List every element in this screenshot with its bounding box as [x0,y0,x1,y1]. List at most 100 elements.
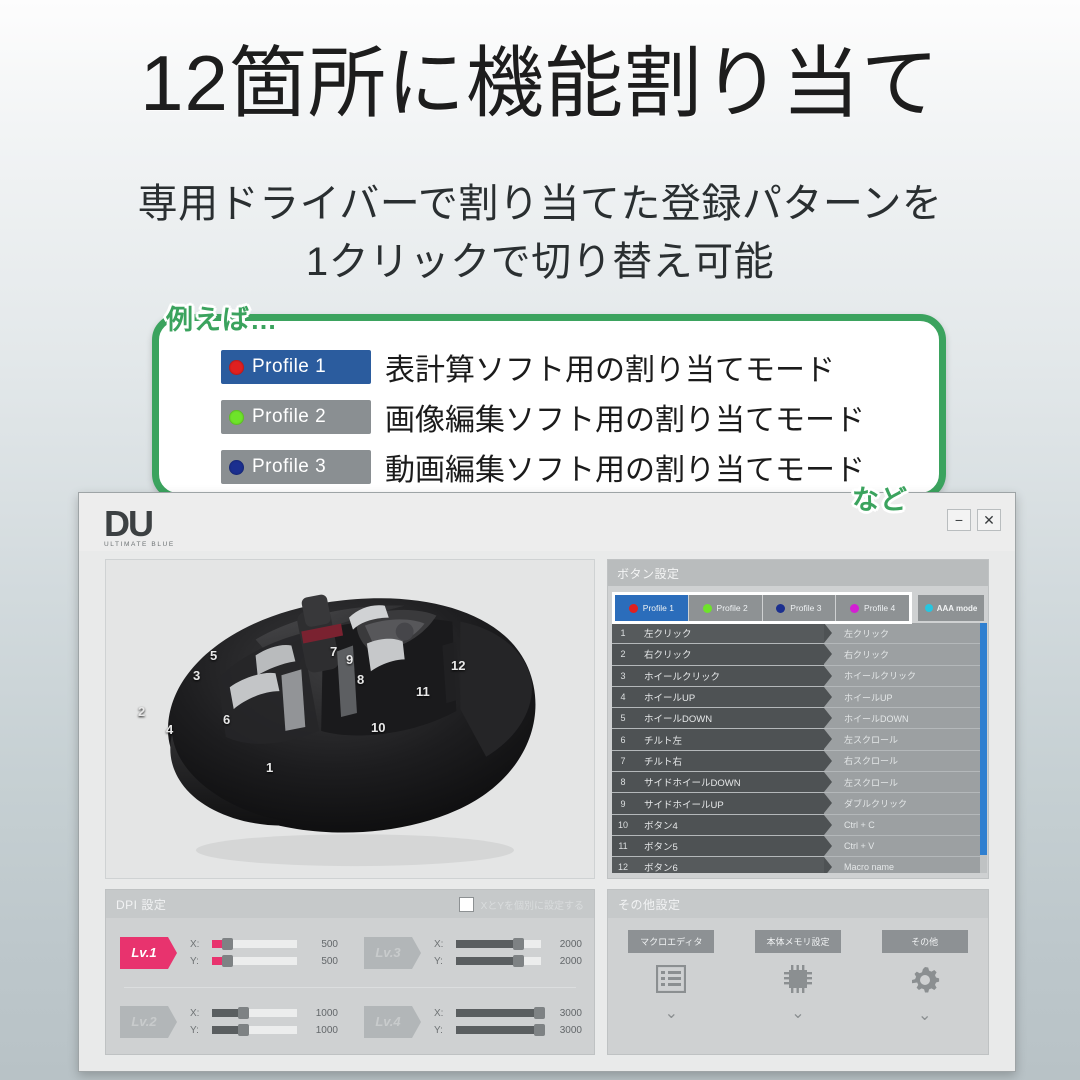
close-button[interactable]: ✕ [977,509,1001,531]
row-value[interactable]: Ctrl + V [824,835,986,857]
table-row[interactable]: 9 サイドホイールUP ダブルクリック [612,793,986,815]
slider-knob[interactable] [534,1024,546,1036]
tab-profile-1[interactable]: Profile 1 [615,595,689,621]
dpi-slider-y[interactable]: Y: 3000 [434,1022,582,1039]
other-settings-panel: その他設定 マクロエディタ ⌄ 本体メモリ設定 ⌄ その他 ⌄ [607,889,989,1055]
dpi-level-badge[interactable]: Lv.2 [120,1005,177,1038]
slider-knob[interactable] [534,1007,546,1019]
callout-profile-chip-2[interactable]: Profile 2 [221,400,371,434]
subtitle-line-2: 1クリックで切り替え可能 [305,240,775,284]
axis-label-x: X: [434,1007,444,1019]
row-value[interactable]: Macro name [824,857,986,873]
profile-color-dot-icon [850,603,860,613]
dpi-slider-y[interactable]: Y: 1000 [190,1022,338,1039]
onboard-memory-button[interactable]: 本体メモリ設定 [755,930,841,953]
table-row[interactable]: 4 ホイールUP ホイールUP [612,686,986,709]
slider-track[interactable] [456,1007,546,1019]
tab-aaa-mode[interactable]: AAA mode [918,595,984,621]
checkbox-icon[interactable] [458,896,474,912]
row-value[interactable]: 右クリック [824,644,986,665]
callout-profile-chip-3[interactable]: Profile 3 [221,450,371,484]
slider-knob[interactable] [222,955,234,967]
table-row[interactable]: 11 ボタン5 Ctrl + V [612,835,986,858]
dpi-level-4[interactable]: Lv.4 X: 3000 Y: 3000 [350,987,594,1056]
table-row[interactable]: 10 ボタン4 Ctrl + C [612,814,986,836]
row-value[interactable]: 右スクロール [824,750,986,772]
slider-track[interactable] [212,1024,297,1036]
dpi-level-badge[interactable]: Lv.4 [364,1005,421,1038]
macro-editor-button[interactable]: マクロエディタ [628,930,715,953]
chevron-down-icon[interactable]: ⌄ [918,1008,931,1024]
axis-label-x: X: [190,1007,200,1019]
slider-track[interactable] [212,1007,297,1019]
tab-profile-4[interactable]: Profile 4 [836,595,909,621]
table-row[interactable]: 12 ボタン6 Macro name [612,857,986,873]
tab-profile-3[interactable]: Profile 3 [762,595,837,621]
table-row[interactable]: 8 サイドホイールDOWN 左スクロール [612,772,986,794]
slider-knob[interactable] [238,1007,250,1019]
tab-profile-2[interactable]: Profile 2 [688,595,763,621]
other-item-misc[interactable]: その他 ⌄ [861,918,988,1056]
dpi-separate-xy-option[interactable]: XとYを個別に設定する [458,896,584,912]
row-value[interactable]: Ctrl + C [824,814,986,835]
row-value[interactable]: ホイールUP [824,686,986,708]
mouse-callout-4: 4 [166,722,174,737]
row-value[interactable]: 左スクロール [824,772,986,793]
dpi-panel-header: DPI 設定 XとYを個別に設定する [106,890,594,918]
slider-track[interactable] [456,938,541,950]
minimize-button[interactable]: − [947,509,971,531]
dpi-settings-panel: DPI 設定 XとYを個別に設定する Lv.1 X: 500 Y: 500 Lv… [105,889,595,1055]
dpi-slider-x[interactable]: X: 1000 [190,1005,338,1022]
dpi-slider-x[interactable]: X: 2000 [434,936,582,953]
row-index: 3 [612,665,634,686]
row-key: 左クリック [634,623,832,644]
callout-profile-chip-1[interactable]: Profile 1 [221,350,371,384]
row-index: 6 [612,729,634,750]
row-value[interactable]: ダブルクリック [824,793,986,814]
mouse-preview-panel: 1 2 3 4 5 6 7 8 9 10 11 12 [105,559,595,879]
slider-knob[interactable] [512,955,524,967]
row-value[interactable]: 左クリック [824,623,986,644]
misc-settings-button[interactable]: その他 [881,930,968,953]
dpi-level-badge[interactable]: Lv.3 [364,936,421,969]
row-value[interactable]: 左スクロール [824,729,986,750]
chevron-down-icon[interactable]: ⌄ [791,1006,804,1022]
dpi-slider-y[interactable]: Y: 500 [190,953,338,970]
example-callout: Profile 1 表計算ソフト用の割り当てモード Profile 2 画像編集… [152,300,952,610]
list-item: Profile 3 動画編集ソフト用の割り当てモード [221,445,865,489]
table-row[interactable]: 2 右クリック 右クリック [612,644,986,666]
dpi-slider-x[interactable]: X: 3000 [434,1005,582,1022]
list-item: Profile 2 画像編集ソフト用の割り当てモード [221,395,865,439]
slider-track[interactable] [456,1024,546,1036]
slider-knob[interactable] [222,938,234,950]
slider-track[interactable] [456,955,541,967]
slider-track[interactable] [212,955,297,967]
chip-icon [782,965,814,998]
button-assignment-table[interactable]: 1 左クリック 左クリック 2 右クリック 右クリック 3 ホイールクリック ホ… [612,623,986,873]
table-row[interactable]: 5 ホイールDOWN ホイールDOWN [612,708,986,730]
dpi-level-1[interactable]: Lv.1 X: 500 Y: 500 [106,918,350,987]
table-scrollbar-thumb[interactable] [980,623,987,855]
callout-tag-right: など [852,485,908,515]
dpi-slider-y[interactable]: Y: 2000 [434,953,582,970]
dpi-level-badge[interactable]: Lv.1 [120,936,177,969]
other-item-macro-editor[interactable]: マクロエディタ ⌄ [608,918,735,1056]
row-value[interactable]: ホイールDOWN [824,708,986,729]
row-key: チルト右 [634,750,832,772]
dpi-slider-x[interactable]: X: 500 [190,936,338,953]
profile-color-dot-icon [229,459,244,475]
table-row[interactable]: 6 チルト左 左スクロール [612,729,986,751]
table-row[interactable]: 1 左クリック 左クリック [612,623,986,645]
other-item-onboard-memory[interactable]: 本体メモリ設定 ⌄ [735,918,862,1056]
slider-track[interactable] [212,938,297,950]
row-value[interactable]: ホイールクリック [824,665,986,686]
table-row[interactable]: 3 ホイールクリック ホイールクリック [612,665,986,687]
slider-knob[interactable] [512,938,524,950]
chevron-down-icon[interactable]: ⌄ [665,1006,678,1022]
callout-bubble: Profile 1 表計算ソフト用の割り当てモード Profile 2 画像編集… [152,314,946,500]
table-row[interactable]: 7 チルト右 右スクロール [612,750,986,773]
dpi-level-2[interactable]: Lv.2 X: 1000 Y: 1000 [106,987,350,1056]
row-key: チルト左 [634,729,832,750]
dpi-level-3[interactable]: Lv.3 X: 2000 Y: 2000 [350,918,594,987]
slider-knob[interactable] [238,1024,250,1036]
